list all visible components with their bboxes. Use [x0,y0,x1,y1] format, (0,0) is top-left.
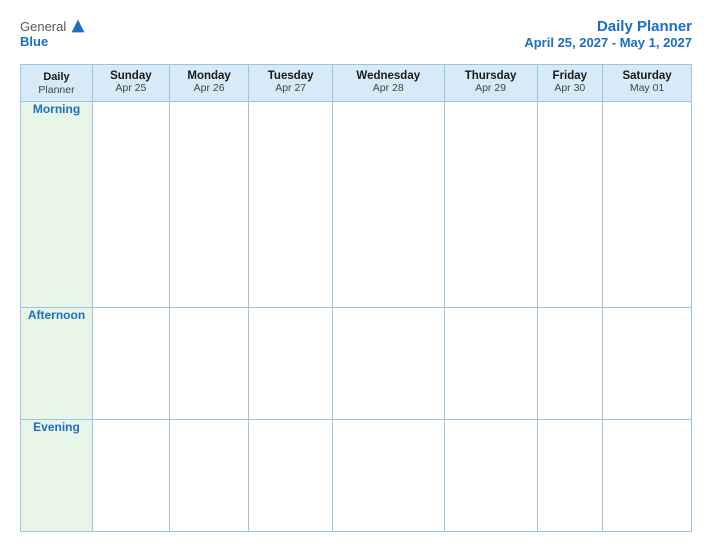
day-name-sunday: Sunday [96,70,166,82]
day-name-saturday: Saturday [606,70,688,82]
day-date-friday: Apr 30 [541,82,600,94]
cell-afternoon-sunday[interactable] [93,308,170,420]
day-name-tuesday: Tuesday [252,70,328,82]
date-range: April 25, 2027 - May 1, 2027 [524,35,692,50]
day-name-wednesday: Wednesday [336,70,441,82]
cell-evening-sunday[interactable] [93,420,170,532]
logo-text: General [20,18,86,34]
header: General Blue Daily Planner April 25, 202… [20,18,692,50]
header-col-monday: MondayApr 26 [169,65,249,102]
cell-evening-monday[interactable] [169,420,249,532]
cell-evening-friday[interactable] [537,420,603,532]
table-label-header: Daily Planner [21,65,93,102]
row-evening: Evening [21,420,692,532]
day-name-friday: Friday [541,70,600,82]
label-header-line1: Daily [24,70,89,84]
page: General Blue Daily Planner April 25, 202… [0,0,712,550]
logo-icon [70,18,86,34]
cell-afternoon-saturday[interactable] [603,308,692,420]
calendar-header-row: Daily Planner SundayApr 25MondayApr 26Tu… [21,65,692,102]
calendar-table: Daily Planner SundayApr 25MondayApr 26Tu… [20,64,692,532]
header-col-saturday: SaturdayMay 01 [603,65,692,102]
cell-morning-wednesday[interactable] [332,102,444,308]
cell-morning-sunday[interactable] [93,102,170,308]
logo-blue-text: Blue [20,34,48,49]
cell-evening-tuesday[interactable] [249,420,332,532]
day-date-thursday: Apr 29 [448,82,534,94]
day-date-monday: Apr 26 [173,82,246,94]
day-name-monday: Monday [173,70,246,82]
logo-area: General Blue [20,18,86,49]
cell-morning-thursday[interactable] [444,102,537,308]
logo-blue-row: Blue [20,34,48,49]
cell-morning-monday[interactable] [169,102,249,308]
cell-evening-thursday[interactable] [444,420,537,532]
cell-afternoon-friday[interactable] [537,308,603,420]
header-col-sunday: SundayApr 25 [93,65,170,102]
page-title: Daily Planner [524,18,692,35]
row-morning: Morning [21,102,692,308]
cell-evening-wednesday[interactable] [332,420,444,532]
header-col-wednesday: WednesdayApr 28 [332,65,444,102]
header-col-friday: FridayApr 30 [537,65,603,102]
cell-morning-tuesday[interactable] [249,102,332,308]
cell-morning-friday[interactable] [537,102,603,308]
header-col-thursday: ThursdayApr 29 [444,65,537,102]
day-date-wednesday: Apr 28 [336,82,441,94]
label-header-line2: Planner [24,84,89,96]
cell-evening-saturday[interactable] [603,420,692,532]
time-label-evening: Evening [21,420,93,532]
time-label-morning: Morning [21,102,93,308]
cell-afternoon-thursday[interactable] [444,308,537,420]
row-afternoon: Afternoon [21,308,692,420]
cell-afternoon-monday[interactable] [169,308,249,420]
time-label-afternoon: Afternoon [21,308,93,420]
cell-afternoon-tuesday[interactable] [249,308,332,420]
day-date-sunday: Apr 25 [96,82,166,94]
cell-afternoon-wednesday[interactable] [332,308,444,420]
header-col-tuesday: TuesdayApr 27 [249,65,332,102]
day-date-saturday: May 01 [606,82,688,94]
day-date-tuesday: Apr 27 [252,82,328,94]
day-name-thursday: Thursday [448,70,534,82]
title-area: Daily Planner April 25, 2027 - May 1, 20… [524,18,692,50]
cell-morning-saturday[interactable] [603,102,692,308]
logo-general-text: General [20,19,66,34]
